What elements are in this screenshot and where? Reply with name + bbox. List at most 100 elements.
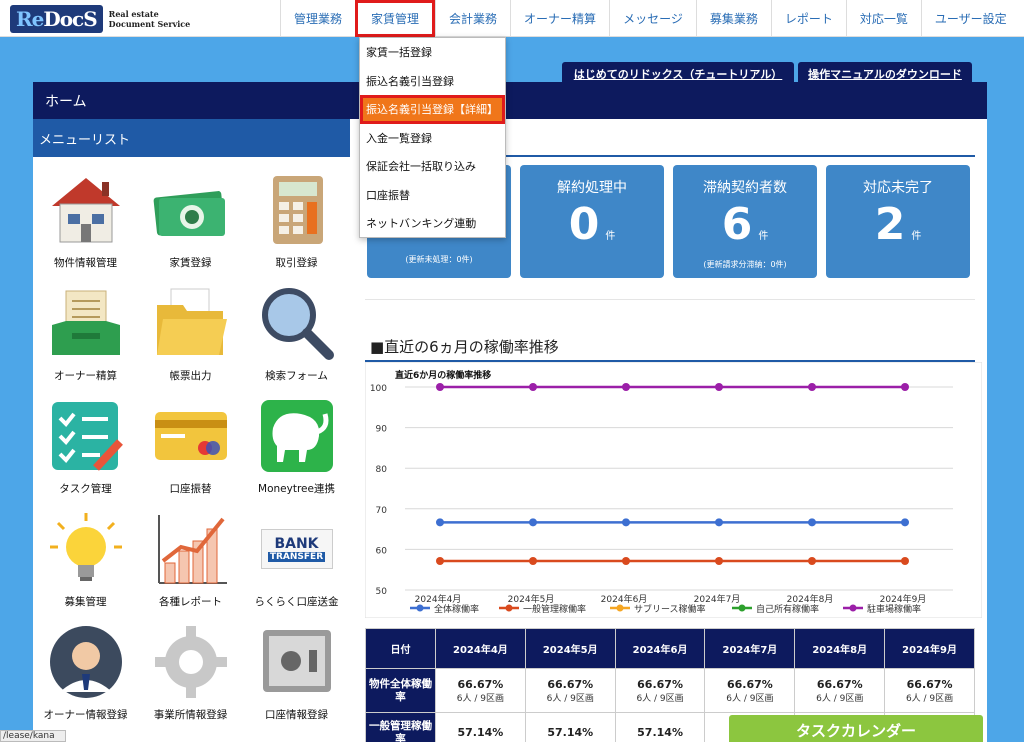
table-cell: 57.14% [614, 712, 706, 742]
card-sub: (保証会社利用者：2件) [703, 278, 787, 287]
nav-owner-settlement[interactable]: オーナー精算 [510, 0, 609, 37]
menu-transaction-register[interactable]: 取引登録 [243, 167, 350, 280]
x-tick-label: 2024年5月 [508, 593, 555, 605]
y-tick-label: 50 [376, 587, 388, 597]
menu-label: 取引登録 [275, 257, 318, 269]
status-url: /lease/kana [0, 730, 66, 742]
card-value: 0件 [568, 199, 616, 250]
dropdown-item-bulk-rent[interactable]: 家賃一括登録 [360, 38, 505, 67]
dropdown-item-transfer-match[interactable]: 振込名義引当登録 [360, 67, 505, 96]
data-point [901, 383, 909, 391]
card-cancellation[interactable]: 解約処理中 0件 [520, 165, 664, 278]
table-cell: 66.67% 6人 / 9区画 [884, 668, 975, 713]
section-title: ■直近の6ヵ月の稼働率推移 [370, 338, 559, 356]
gear-icon [153, 623, 229, 701]
data-point [901, 557, 909, 566]
menu-office-info[interactable]: 事業所情報登録 [138, 619, 243, 732]
data-point [529, 383, 537, 391]
logo-subtitle: Real estate Document Service [108, 9, 191, 29]
table-cell: 66.67% 6人 / 9区画 [614, 668, 706, 713]
menu-label: 検索フォーム [265, 370, 328, 382]
menu-owner-info[interactable]: オーナー情報登録 [33, 619, 138, 732]
data-point [808, 557, 816, 566]
table-row: 物件全体稼働率 66.67% 6人 / 9区画 66.67% 6人 / 9区画 66… [365, 668, 975, 713]
menu-label: オーナー情報登録 [43, 709, 128, 721]
table-cell: 57.14% [524, 712, 616, 742]
nav-report[interactable]: レポート [770, 0, 846, 37]
menu-easy-transfer[interactable]: BANK TRANSFER らくらく口座送金 [243, 506, 350, 619]
menu-task-management[interactable]: タスク管理 [33, 393, 138, 506]
banknote-icon [153, 171, 229, 249]
menu-moneytree[interactable]: Moneytree連携 [243, 393, 350, 506]
menu-property-info[interactable]: 物件情報管理 [33, 167, 138, 280]
app-logo[interactable]: ReDocS Real estate Document Service [10, 5, 190, 33]
y-tick-label: 100 [370, 384, 387, 394]
chart-title: 直近6か月の稼働率推移 [395, 369, 491, 381]
person-icon [48, 623, 124, 701]
calculator-icon [259, 171, 335, 249]
sidebar-menu-title: メニューリスト [33, 119, 350, 157]
transfer-label: TRANSFER [267, 552, 326, 562]
menu-label: オーナー精算 [54, 370, 117, 382]
data-point [901, 518, 909, 527]
magnifier-icon [259, 284, 335, 362]
x-tick-label: 2024年8月 [787, 593, 834, 605]
menu-search-form[interactable]: 検索フォーム [243, 280, 350, 393]
table-header: 2024年5月 [524, 628, 616, 669]
dropdown-item-account-transfer[interactable]: 口座振替 [360, 181, 505, 210]
nav-user-settings[interactable]: ユーザー設定 [920, 0, 1020, 37]
legend-marker [738, 604, 746, 612]
dropdown-item-net-banking[interactable]: ネットバンキング連動 [360, 209, 505, 238]
nav-recruitment[interactable]: 募集業務 [695, 0, 771, 37]
dropdown-item-guarantor-import[interactable]: 保証会社一括取り込み [360, 152, 505, 181]
y-tick-label: 60 [376, 546, 388, 556]
dropdown-item-transfer-match-detail[interactable]: 振込名義引当登録【詳細】 [360, 95, 505, 124]
nav-management[interactable]: 管理業務 [280, 0, 355, 37]
x-tick-label: 2024年9月 [880, 593, 927, 605]
legend-label: 駐車場稼働率 [867, 603, 921, 615]
nav-response-list[interactable]: 対応一覧 [845, 0, 921, 37]
x-tick-label: 2024年4月 [415, 593, 462, 605]
legend-label: 自己所有稼働率 [756, 603, 819, 615]
lightbulb-icon [48, 510, 124, 588]
nav-rent-management[interactable]: 家賃管理 [355, 0, 436, 37]
menu-rent-register[interactable]: 家賃登録 [138, 167, 243, 280]
legend-marker [616, 604, 624, 612]
table-header: 2024年9月 [884, 628, 975, 669]
card-delinquent[interactable]: 滞納契約者数 6件 (更新請求分滞納：0件) (保証会社利用者：2件) [673, 165, 817, 287]
data-point [529, 557, 537, 566]
menu-recruitment[interactable]: 募集管理 [33, 506, 138, 619]
sidebar-menu: 物件情報管理 家賃登録 取引登録 オーナー精算 帳票出力 検索フォーム タスク管… [33, 157, 350, 742]
inbox-tray-icon [48, 284, 124, 362]
menu-account-transfer[interactable]: 口座振替 [138, 393, 243, 506]
legend-label: 一般管理稼働率 [523, 603, 586, 615]
legend-label: サブリース稼働率 [634, 603, 706, 615]
menu-reports[interactable]: 各種レポート [138, 506, 243, 619]
card-title: 滞納契約者数 [703, 180, 787, 196]
data-point [808, 383, 816, 391]
data-point [622, 518, 630, 527]
table-cell: 66.67% 6人 / 9区画 [704, 668, 796, 713]
legend-marker [505, 604, 513, 612]
sidebar-home-title: ホーム [33, 82, 350, 119]
menu-account-info[interactable]: 口座情報登録 [243, 619, 350, 732]
card-incomplete[interactable]: 対応未完了 2件 [826, 165, 970, 278]
card-sub: (更新請求分滞納：0件) [703, 260, 787, 269]
menu-document-output[interactable]: 帳票出力 [138, 280, 243, 393]
nav-accounting[interactable]: 会計業務 [435, 0, 510, 37]
house-icon [48, 171, 124, 249]
menu-label: 家賃登録 [169, 257, 212, 269]
data-point [715, 383, 723, 391]
legend-marker [416, 604, 424, 612]
divider [365, 299, 975, 300]
nav-message[interactable]: メッセージ [609, 0, 696, 37]
menu-owner-settlement[interactable]: オーナー精算 [33, 280, 138, 393]
data-point [715, 518, 723, 527]
task-calendar-button[interactable]: タスクカレンダー [729, 715, 983, 742]
menu-label: 口座振替 [169, 483, 212, 495]
legend-marker [849, 604, 857, 612]
dropdown-item-payment-list[interactable]: 入金一覧登録 [360, 124, 505, 153]
table-cell: 66.67% 6人 / 9区画 [794, 668, 886, 713]
row-label: 物件全体稼働率 [365, 668, 436, 713]
data-point [529, 518, 537, 527]
